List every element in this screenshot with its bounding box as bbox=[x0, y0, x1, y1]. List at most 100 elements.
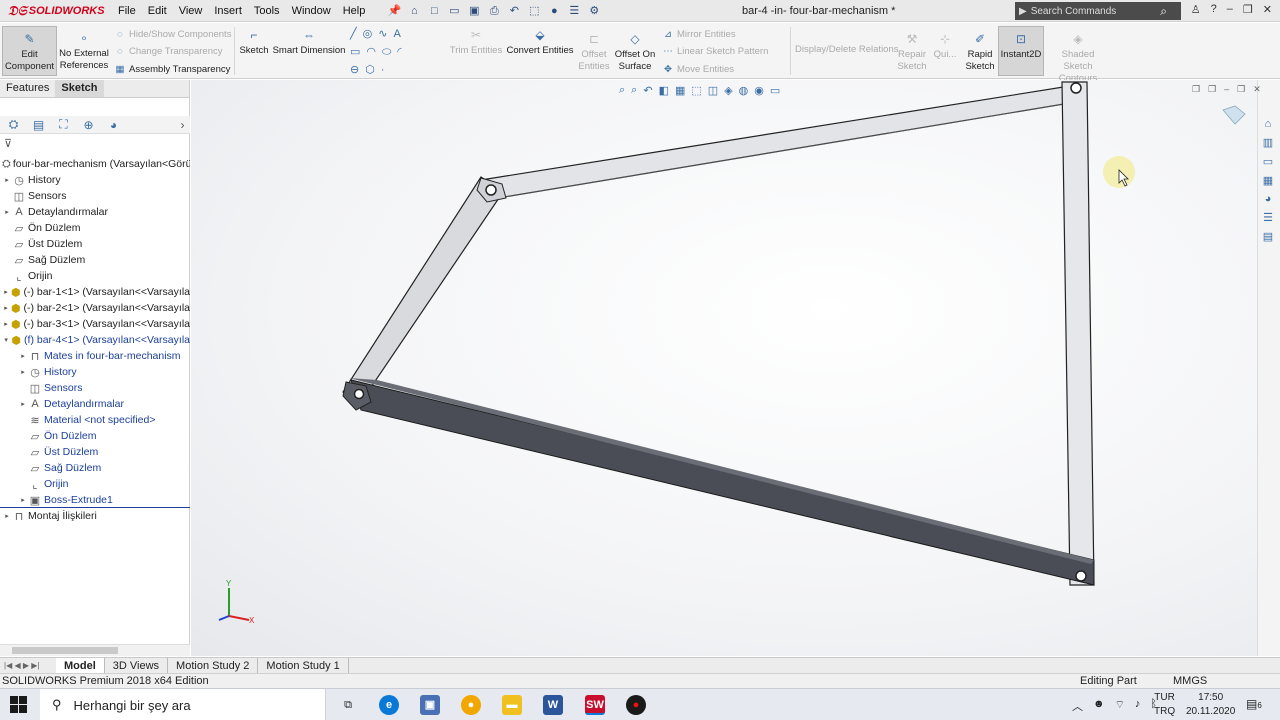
bar-bottom[interactable] bbox=[350, 379, 1095, 586]
repair-sketch-button[interactable]: ⚒ Repair Sketch bbox=[896, 33, 928, 73]
edge-icon[interactable]: e bbox=[379, 695, 399, 715]
undo-icon[interactable]: ↶ bbox=[507, 4, 521, 18]
hide-show-components-button[interactable]: ◌ Hide/Show Components bbox=[114, 29, 231, 40]
instant2d-button[interactable]: ⊡ Instant2D bbox=[998, 26, 1044, 76]
file-properties-icon[interactable]: ☰ bbox=[567, 4, 581, 18]
view-palette-icon[interactable]: ▦ bbox=[1263, 174, 1273, 187]
tree-item[interactable]: ≋ Material <not specified> bbox=[0, 412, 190, 428]
expand-arrow-icon[interactable]: ▸ bbox=[18, 400, 28, 408]
feature-manager-icon[interactable]: ⛭ bbox=[6, 117, 21, 132]
tree-item[interactable]: ▸ A Detaylandırmalar bbox=[0, 396, 190, 412]
menu-window[interactable]: Window bbox=[286, 5, 337, 17]
tree-item[interactable]: ⌞ Orijin bbox=[0, 268, 190, 284]
graphics-area[interactable]: ⌕ ⌕ ↶ ◧ ▦ ⬚ ◫ ◈ ◍ ◉ ▭ Y X bbox=[191, 80, 1257, 656]
tree-item[interactable]: ▱ Üst Düzlem bbox=[0, 444, 190, 460]
chevron-right-icon[interactable]: › bbox=[175, 118, 190, 132]
user-icon[interactable]: ♙ bbox=[1191, 3, 1201, 16]
tree-item[interactable]: ◫ Sensors bbox=[0, 380, 190, 396]
configuration-manager-icon[interactable]: ⛶ bbox=[56, 117, 71, 132]
tree-item[interactable]: ▸ A Detaylandırmalar bbox=[0, 204, 190, 220]
menu-file[interactable]: File bbox=[112, 5, 142, 17]
offset-entities-button[interactable]: ⊏ Offset Entities bbox=[576, 33, 612, 73]
tree-item[interactable]: ▸ ◷ History bbox=[0, 364, 190, 380]
tree-item[interactable]: ⛭ four-bar-mechanism (Varsayılan<Görü bbox=[0, 156, 190, 172]
tab-model[interactable]: Model bbox=[56, 657, 105, 674]
menu-tools[interactable]: Tools bbox=[248, 5, 286, 17]
restore-icon[interactable]: ❐ bbox=[1243, 3, 1253, 16]
expand-arrow-icon[interactable]: ▸ bbox=[2, 176, 12, 184]
sketch-tools-row-2[interactable]: ▭◠⬭◜ bbox=[350, 45, 408, 59]
new-document-icon[interactable]: □ bbox=[427, 4, 441, 18]
home-icon[interactable]: ⌂ bbox=[407, 4, 421, 18]
offset-on-surface-button[interactable]: ◇ Offset On Surface bbox=[613, 33, 657, 73]
menu-help[interactable]: Help bbox=[337, 5, 372, 17]
bar-right[interactable] bbox=[1061, 81, 1095, 586]
tree-item[interactable]: ▱ Ön Düzlem bbox=[0, 428, 190, 444]
file-explorer-taskbar-icon[interactable]: ▬ bbox=[502, 695, 522, 715]
save-icon[interactable]: ▣ bbox=[467, 4, 481, 18]
menu-insert[interactable]: Insert bbox=[208, 5, 248, 17]
expand-arrow-icon[interactable]: ▸ bbox=[18, 368, 28, 376]
tree-item[interactable]: ▸ ⊓ Mates in four-bar-mechanism bbox=[0, 348, 190, 364]
expand-arrow-icon[interactable]: ▾ bbox=[2, 336, 10, 344]
tree-item[interactable]: ▱ Sağ Düzlem bbox=[0, 252, 190, 268]
quick-snaps-button[interactable]: ⊹ Qui... bbox=[932, 33, 958, 61]
trim-entities-button[interactable]: ✂ Trim Entities bbox=[448, 29, 504, 57]
property-manager-icon[interactable]: ▤ bbox=[31, 118, 46, 132]
chrome-icon[interactable]: ● bbox=[461, 695, 481, 715]
search-icon[interactable]: ⌕ bbox=[1160, 4, 1167, 19]
tab-motion-study-2[interactable]: Motion Study 2 bbox=[168, 657, 259, 674]
linear-sketch-pattern-button[interactable]: ⋯ Linear Sketch Pattern bbox=[662, 46, 768, 57]
pin-bottom-right[interactable] bbox=[1075, 570, 1087, 582]
convert-entities-button[interactable]: ⬙ Convert Entities bbox=[506, 29, 574, 57]
close-icon[interactable]: ✕ bbox=[1263, 3, 1272, 16]
record-icon[interactable]: ● bbox=[626, 695, 646, 715]
scrollbar-thumb[interactable] bbox=[12, 647, 118, 654]
tree-item[interactable]: ⌞ Orijin bbox=[0, 476, 190, 492]
tray-chevron-icon[interactable]: ︿ bbox=[1072, 698, 1083, 714]
network-icon[interactable]: ⌔ bbox=[1115, 698, 1125, 714]
select-icon[interactable]: ⬚ bbox=[527, 4, 541, 18]
expand-arrow-icon[interactable]: ▸ bbox=[2, 320, 10, 328]
status-units[interactable]: MMGS bbox=[1173, 675, 1207, 687]
help-icon[interactable]: ? bbox=[1211, 3, 1217, 16]
forum-icon[interactable]: ▤ bbox=[1263, 230, 1273, 243]
people-icon[interactable]: ☻ bbox=[1093, 698, 1105, 714]
print-icon[interactable]: ⎙ bbox=[487, 4, 501, 18]
tab-scroll-arrows[interactable]: |◀ ◀ ▶ ▶| bbox=[0, 661, 56, 670]
viewport-window-controls[interactable]: ❐❐–❐✕ bbox=[1192, 84, 1269, 95]
rollback-bar[interactable] bbox=[0, 507, 190, 508]
tree-item[interactable]: ▸ ◷ History bbox=[0, 172, 190, 188]
display-delete-relations-button[interactable]: Display/Delete Relations bbox=[795, 44, 899, 55]
menu-view[interactable]: View bbox=[173, 5, 209, 17]
tree-item[interactable]: ▸ ⬢ (-) bar-2<1> (Varsayılan<<Varsayıla bbox=[0, 300, 190, 316]
sketch-tools-row-1[interactable]: ╱◎∿A bbox=[350, 27, 407, 40]
dimxpert-manager-icon[interactable]: ⊕ bbox=[81, 118, 96, 132]
search-commands-input[interactable]: ▶ Search Commands ⌕ bbox=[1015, 2, 1181, 20]
solidworks-taskbar-icon[interactable]: SW bbox=[585, 695, 605, 715]
bar-left[interactable] bbox=[342, 176, 504, 403]
view-cube-icon[interactable] bbox=[1222, 105, 1246, 125]
tree-item[interactable]: ▸ ⊓ Montaj İlişkileri bbox=[0, 508, 190, 524]
tree-item[interactable]: ▸ ⬢ (-) bar-1<1> (Varsayılan<<Varsayıla bbox=[0, 284, 190, 300]
expand-arrow-icon[interactable]: ▸ bbox=[18, 496, 28, 504]
tab-features[interactable]: Features bbox=[0, 80, 55, 97]
tree-item[interactable]: ▱ Sağ Düzlem bbox=[0, 460, 190, 476]
tree-item[interactable]: ◫ Sensors bbox=[0, 188, 190, 204]
options-icon[interactable]: ⚙ bbox=[587, 4, 601, 18]
expand-arrow-icon[interactable]: ▸ bbox=[2, 304, 10, 312]
tree-item[interactable]: ▾ ⬢ (f) bar-4<1> (Varsayılan<<Varsayıla bbox=[0, 332, 190, 348]
taskbar-search-input[interactable]: ⚲ Herhangi bir şey ara bbox=[40, 689, 326, 720]
assembly-transparency-button[interactable]: ▦ Assembly Transparency bbox=[114, 64, 231, 75]
language-indicator[interactable]: TUR TRQ bbox=[1154, 691, 1175, 719]
menu-edit[interactable]: Edit bbox=[142, 5, 173, 17]
volume-icon[interactable]: ♪ bbox=[1135, 698, 1141, 714]
sketch-tools-row-3[interactable]: ⊖⬡· bbox=[350, 63, 391, 76]
mirror-entities-button[interactable]: ⊿ Mirror Entities bbox=[662, 29, 736, 40]
windows-start-icon[interactable] bbox=[10, 696, 28, 714]
pin-top-right[interactable] bbox=[1070, 82, 1082, 94]
file-explorer-icon[interactable]: ▭ bbox=[1263, 155, 1273, 168]
tab-3d-views[interactable]: 3D Views bbox=[105, 657, 169, 674]
store-icon[interactable]: ▣ bbox=[420, 695, 440, 715]
expand-arrow-icon[interactable]: ▸ bbox=[2, 288, 10, 296]
